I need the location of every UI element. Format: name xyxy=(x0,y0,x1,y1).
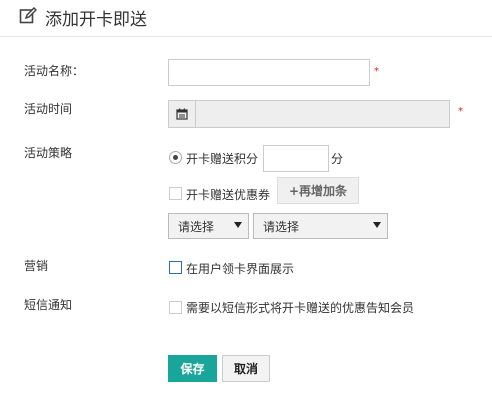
chevron-down-icon xyxy=(373,222,381,228)
coupon-option-label: 开卡赠送优惠券 xyxy=(186,188,271,202)
activity-time-label: 活动时间 xyxy=(24,102,73,116)
activity-strategy-label: 活动策略 xyxy=(24,146,73,160)
sms-checkbox[interactable] xyxy=(169,301,182,314)
add-more-button[interactable]: +再增加条 xyxy=(277,177,359,204)
points-radio[interactable] xyxy=(169,151,182,164)
points-unit: 分 xyxy=(331,152,344,166)
select-2-value: 请选择 xyxy=(263,219,300,234)
marketing-checkbox[interactable] xyxy=(169,261,182,274)
coupon-checkbox[interactable] xyxy=(169,187,182,200)
coupon-select-2[interactable]: 请选择 xyxy=(253,213,388,239)
points-option-label: 开卡赠送积分 xyxy=(186,152,259,166)
save-button[interactable]: 保存 xyxy=(168,355,217,382)
activity-name-label: 活动名称： xyxy=(24,64,85,78)
activity-name-input[interactable] xyxy=(168,59,370,86)
coupon-select-1[interactable]: 请选择 xyxy=(168,213,249,239)
marketing-label: 营销 xyxy=(24,259,49,273)
required-mark: * xyxy=(374,66,379,77)
calendar-icon[interactable] xyxy=(169,101,196,127)
cancel-button[interactable]: 取消 xyxy=(222,355,270,382)
header-divider xyxy=(0,36,492,37)
edit-icon xyxy=(19,7,37,24)
chevron-down-icon xyxy=(234,222,242,228)
activity-time-input[interactable] xyxy=(168,100,450,128)
page-title: 添加开卡即送 xyxy=(45,10,147,30)
select-1-value: 请选择 xyxy=(178,219,215,234)
sms-option-label: 需要以短信形式将开卡赠送的优惠告知会员 xyxy=(186,301,415,315)
sms-label: 短信通知 xyxy=(24,298,73,312)
required-mark: * xyxy=(458,106,463,117)
marketing-option-label: 在用户领卡界面展示 xyxy=(186,262,295,276)
points-input[interactable] xyxy=(263,145,329,172)
